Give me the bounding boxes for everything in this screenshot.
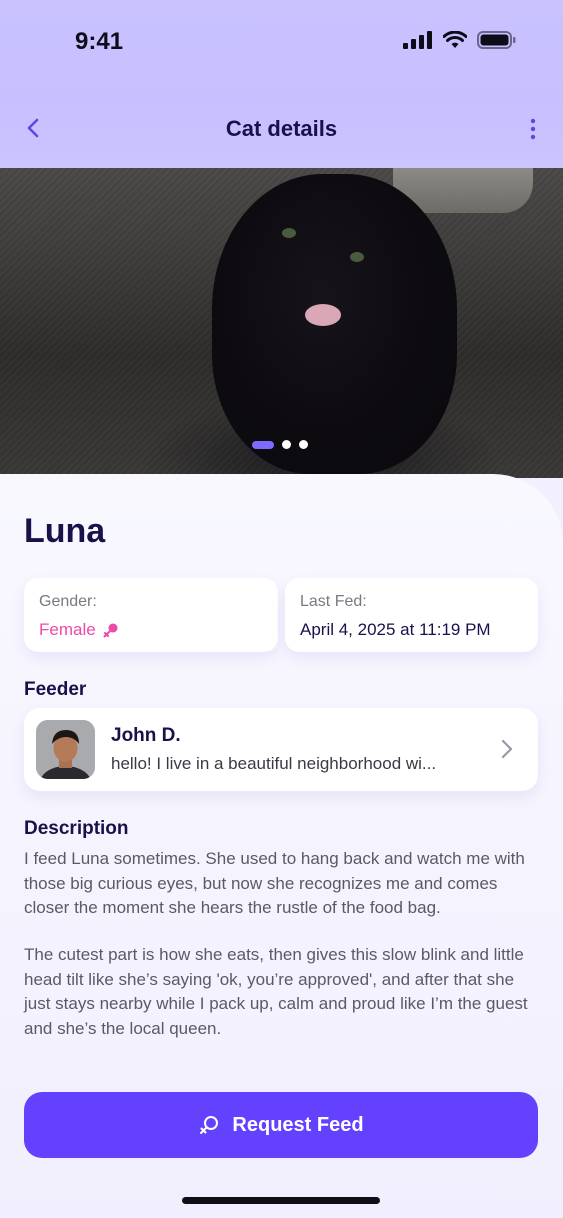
more-vertical-icon [530,118,536,140]
carousel-indicator[interactable] [252,440,308,449]
photo-cat-tongue [305,304,341,326]
feeder-name: John D. [111,725,181,746]
last-fed-card: Last Fed: April 4, 2025 at 11:19 PM [285,578,538,652]
gender-label: Gender: [39,593,97,610]
gender-value-row: Female [39,620,120,640]
feeder-bio: hello! I live in a beautiful neighborhoo… [111,754,437,773]
last-fed-value: April 4, 2025 at 11:19 PM [300,620,491,639]
photo-cat-eye [282,228,296,238]
request-feed-label: Request Feed [232,1113,364,1136]
description-paragraph-1: I feed Luna sometimes. She used to hang … [24,849,525,917]
chevron-right-icon [501,739,513,759]
avatar-portrait [36,720,95,779]
last-fed-label: Last Fed: [300,593,367,610]
feeder-card[interactable]: John D. hello! I live in a beautiful nei… [24,708,538,791]
status-time: 9:41 [75,28,124,55]
request-feed-button[interactable]: Request Feed [24,1092,538,1158]
description-paragraph-2: The cutest part is how she eats, then gi… [24,945,528,1038]
photo-cat-eye [350,252,364,262]
food-bowl-icon [200,1116,219,1134]
feeder-section-title: Feeder [24,679,87,700]
gender-value: Female [39,620,96,639]
battery-icon [477,31,516,49]
header [0,0,563,168]
more-options-button[interactable] [525,114,541,144]
page-title: Cat details [225,116,338,141]
wifi-icon [443,31,467,48]
gender-card: Gender: Female [24,578,278,652]
cat-name: Luna [24,512,106,550]
avatar [36,720,95,779]
carousel-dot[interactable] [299,440,308,449]
carousel-dot[interactable] [282,440,291,449]
description-title: Description [24,818,129,839]
female-icon [103,623,118,638]
home-indicator[interactable] [182,1197,380,1204]
signal-icon [403,31,432,49]
status-icons [403,30,517,50]
carousel-dot-active[interactable] [252,440,274,449]
photo-cat [212,174,457,474]
cat-photo[interactable] [0,168,563,478]
